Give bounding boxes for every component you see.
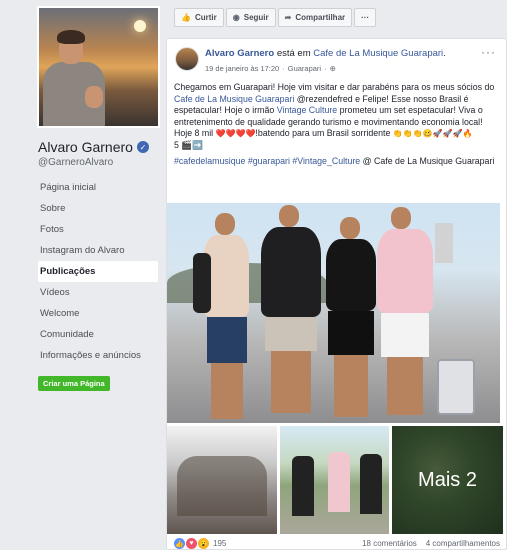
legs-shape — [334, 355, 368, 417]
emoji-row: 👏👏👏🥴🚀🚀🚀🔥 — [392, 129, 473, 138]
photo-thumbnail-3[interactable]: Mais 2 — [392, 426, 503, 534]
post-date[interactable]: 19 de janeiro às 17:20 — [205, 64, 279, 73]
shirt-shape — [377, 229, 433, 313]
shorts-shape — [381, 313, 429, 357]
post-header: Alvaro Garnero está em Cafe de La Musiqu… — [205, 48, 446, 59]
post-options-icon[interactable]: ··· — [481, 45, 496, 59]
page-nav: Página inicial Sobre Fotos Instagram do … — [38, 177, 158, 366]
post-author-avatar[interactable] — [175, 47, 199, 71]
like-page-button[interactable]: 👍 Curtir — [174, 8, 224, 27]
head-shape — [391, 207, 411, 229]
verified-badge-icon: ✓ — [136, 141, 149, 153]
comments-count[interactable]: 18 comentários — [362, 539, 417, 548]
hashtag-link[interactable]: #cafedelamusique — [174, 156, 245, 166]
post-meta: 19 de janeiro às 17:20 · Guarapari · ⊕ — [205, 64, 336, 73]
profile-picture[interactable] — [37, 6, 160, 128]
page-action-bar: 👍 Curtir ◉ Seguir ➦ Compartilhar ··· — [174, 8, 377, 27]
person-hand-shape — [85, 86, 103, 108]
nav-item-about[interactable]: Sobre — [38, 198, 158, 219]
photo-thumbnail-1[interactable] — [167, 426, 277, 534]
photo-grid: Mais 2 — [167, 426, 506, 534]
nav-item-instagram[interactable]: Instagram do Alvaro — [38, 240, 158, 261]
like-reaction-icon: 👍 — [174, 538, 185, 549]
legs-shape — [271, 351, 311, 413]
nav-item-photos[interactable]: Fotos — [38, 219, 158, 240]
shorts-shape — [265, 317, 317, 351]
place-mention-link[interactable]: Cafe de La Musique Guarapari — [174, 94, 294, 104]
post-card: Alvaro Garnero está em Cafe de La Musiqu… — [166, 38, 507, 550]
person-shape — [328, 452, 350, 512]
page-name[interactable]: Alvaro Garnero ✓ — [38, 139, 149, 155]
legs-shape — [211, 363, 243, 419]
shorts-shape — [328, 311, 374, 355]
nav-item-welcome[interactable]: Welcome — [38, 303, 158, 324]
nav-item-videos[interactable]: Vídeos — [38, 282, 158, 303]
share-arrow-icon: ➦ — [284, 13, 292, 22]
globe-icon: ⊕ — [329, 64, 336, 73]
more-photos-overlay[interactable]: Mais 2 — [392, 426, 503, 534]
reactions-count[interactable]: 195 — [213, 539, 226, 548]
person-hair-shape — [57, 30, 85, 44]
wow-reaction-icon: 😮 — [198, 538, 209, 549]
meta-separator: · — [282, 64, 285, 73]
post-text-part: !batendo para um Brasil sorridente — [255, 128, 393, 138]
nav-item-posts[interactable]: Publicações — [38, 261, 158, 282]
page-handle[interactable]: @GarneroAlvaro — [38, 157, 113, 168]
vintage-culture-link[interactable]: Vintage Culture — [277, 105, 337, 115]
share-page-label: Compartilhar — [295, 13, 346, 22]
post-header-period: . — [443, 48, 446, 59]
hearts-emoji: ❤️❤️❤️❤️ — [215, 129, 256, 138]
photo-thumbnail-2[interactable] — [280, 426, 389, 534]
hashtag-link[interactable]: #Vintage_Culture — [292, 156, 360, 166]
follow-page-label: Seguir — [243, 13, 269, 22]
shirt-shape — [261, 227, 321, 317]
post-at-text: está em — [276, 48, 311, 59]
post-place-link[interactable]: Cafe de La Musique Guarapari — [313, 48, 443, 59]
post-author-name[interactable]: Alvaro Garnero — [205, 48, 274, 59]
love-reaction-icon: ♥ — [186, 538, 197, 549]
post-text-part: Chegamos em Guarapari! Hoje vim visitar … — [174, 82, 495, 92]
backpack-shape — [193, 253, 211, 313]
shares-count[interactable]: 4 compartilhamentos — [426, 539, 500, 548]
left-column: Alvaro Garnero ✓ @GarneroAlvaro Página i… — [0, 0, 165, 550]
share-page-button[interactable]: ➦ Compartilhar — [277, 8, 353, 27]
at-place-text: @ Cafe de La Musique Guarapari — [362, 156, 495, 166]
sun-shape — [134, 20, 146, 32]
legs-shape — [387, 357, 423, 415]
post-location[interactable]: Guarapari — [288, 64, 321, 73]
people-group-shape — [177, 456, 267, 516]
hashtag-link[interactable]: #guarapari — [248, 156, 290, 166]
page-name-text[interactable]: Alvaro Garnero — [38, 139, 133, 155]
nav-item-info-ads[interactable]: Informações e anúncios — [38, 345, 158, 366]
post-text-part: 5 🎬➡️ — [174, 139, 204, 150]
meta-separator: · — [324, 64, 327, 73]
more-options-label: ··· — [361, 13, 370, 22]
thumbs-up-icon: 👍 — [181, 13, 191, 22]
post-footer: 👍 ♥ 😮 195 18 comentários 4 compartilhame… — [174, 538, 500, 549]
create-page-button[interactable]: Criar uma Página — [38, 376, 110, 391]
person-shape — [360, 454, 382, 514]
post-text: Chegamos em Guarapari! Hoje vim visitar … — [174, 82, 501, 168]
shirt-shape — [326, 239, 376, 311]
head-shape — [215, 213, 235, 235]
engagement-counts: 18 comentários 4 compartilhamentos — [362, 539, 500, 548]
nav-item-community[interactable]: Comunidade — [38, 324, 158, 345]
follow-page-button[interactable]: ◉ Seguir — [225, 8, 276, 27]
shorts-shape — [207, 317, 247, 363]
person-shape — [292, 456, 314, 516]
head-shape — [340, 217, 360, 239]
more-options-button[interactable]: ··· — [354, 8, 377, 27]
main-photo[interactable] — [167, 203, 500, 423]
nav-item-home[interactable]: Página inicial — [38, 177, 158, 198]
suitcase-shape — [437, 359, 475, 415]
like-page-label: Curtir — [194, 13, 217, 22]
building-shape — [435, 223, 453, 263]
rss-icon: ◉ — [232, 13, 240, 22]
reactions-summary[interactable]: 👍 ♥ 😮 195 — [174, 538, 226, 549]
head-shape — [279, 205, 299, 227]
